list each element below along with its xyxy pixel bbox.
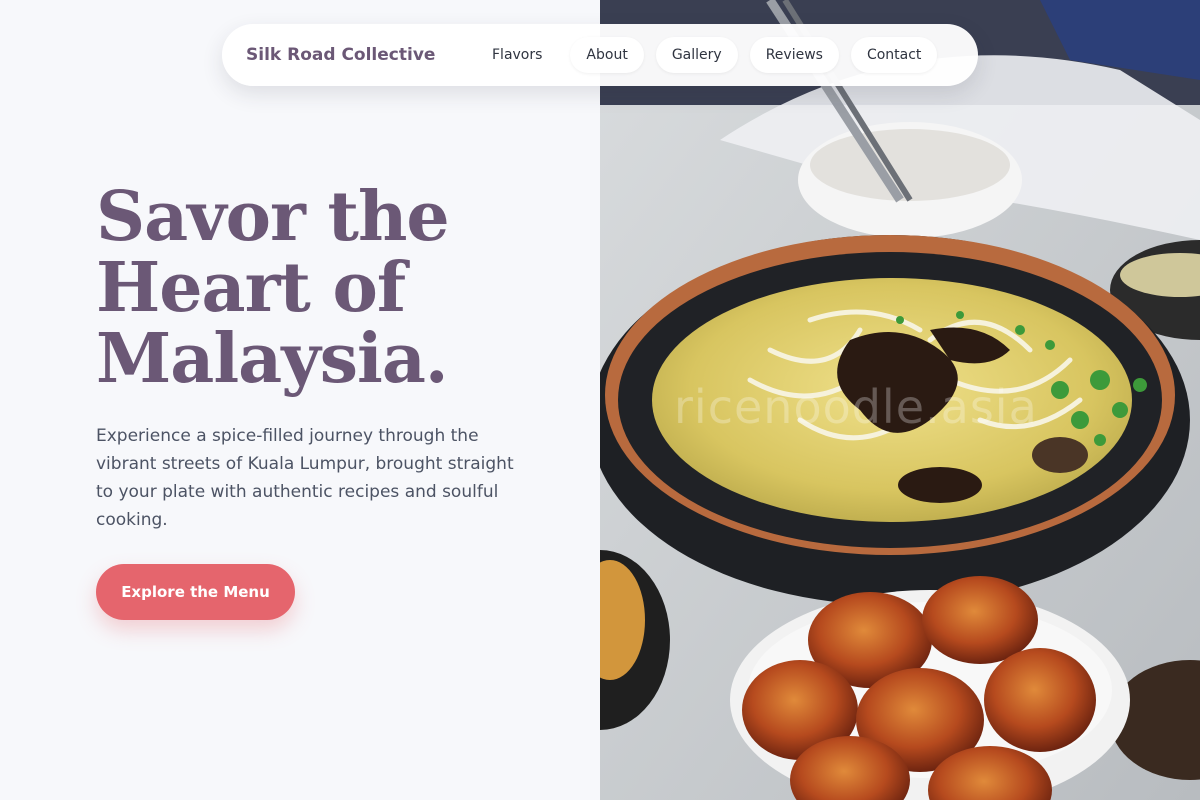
noodle-soup-illustration (600, 0, 1200, 800)
headline-line: Malaysia. (96, 319, 449, 399)
headline-line: Heart of (96, 248, 406, 328)
nav-links: Flavors About Gallery Reviews Contact (476, 37, 938, 73)
nav-link-about[interactable]: About (570, 37, 644, 73)
nav-link-flavors[interactable]: Flavors (476, 37, 558, 73)
nav-link-contact[interactable]: Contact (850, 37, 938, 73)
nav-link-reviews[interactable]: Reviews (749, 37, 839, 73)
top-navbar: Silk Road Collective Flavors About Galle… (222, 24, 978, 86)
hero-left-panel (0, 0, 600, 800)
explore-menu-button[interactable]: Explore the Menu (96, 564, 295, 620)
brand-logo-text[interactable]: Silk Road Collective (246, 45, 476, 65)
hero-subtext: Experience a spice-filled journey throug… (96, 426, 514, 530)
hero-food-photo (600, 0, 1200, 800)
headline-line: Savor the (96, 177, 450, 257)
nav-link-gallery[interactable]: Gallery (655, 37, 738, 73)
hero-headline: Savor the Heart of Malaysia. (96, 182, 556, 395)
